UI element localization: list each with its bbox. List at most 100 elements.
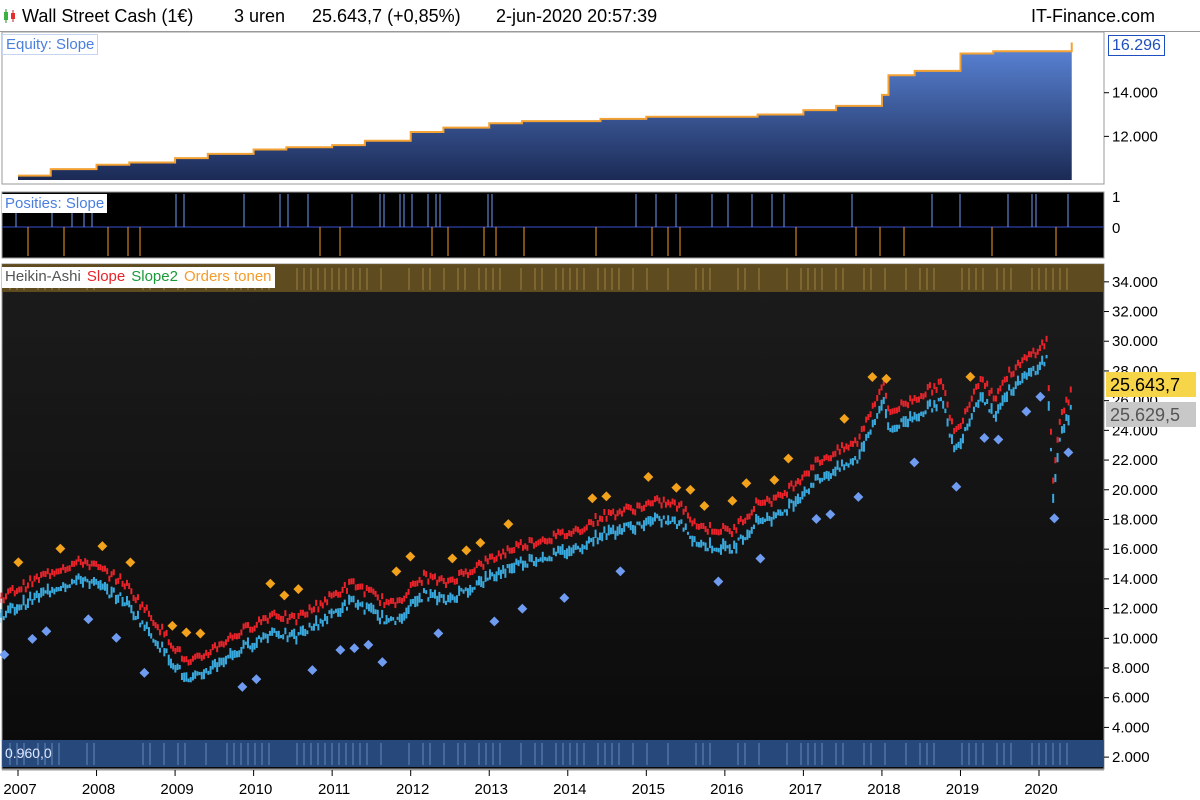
slope-marker [997, 388, 1000, 395]
heikin-ashi-candle [781, 511, 784, 516]
slope-marker [865, 416, 868, 423]
time-tick-label: 2007 [3, 781, 36, 798]
slope-marker [858, 433, 861, 440]
slope-marker [535, 541, 538, 548]
slope-marker [121, 580, 124, 587]
positions-panel-label[interactable]: Posities: Slope [2, 194, 108, 213]
slope-marker [99, 564, 102, 571]
slope-marker [165, 629, 168, 636]
heikin-ashi-candle [1030, 367, 1033, 377]
heikin-ashi-candle [383, 621, 386, 625]
heikin-ashi-candle [986, 398, 989, 404]
heikin-ashi-candle [904, 416, 907, 428]
heikin-ashi-candle [739, 534, 742, 539]
heikin-ashi-candle [629, 521, 632, 531]
heikin-ashi-candle [902, 416, 905, 427]
slope-marker [238, 632, 241, 639]
slope-marker [746, 513, 749, 520]
slope-marker [816, 456, 819, 463]
slope-marker [143, 607, 146, 614]
slope-marker [13, 590, 16, 597]
heikin-ashi-candle [944, 408, 947, 414]
slope-marker [130, 588, 133, 595]
timeframe-label[interactable]: 3 uren [234, 6, 285, 27]
heikin-ashi-candle [449, 592, 452, 603]
heikin-ashi-candle [486, 577, 489, 581]
heikin-ashi-candle [218, 657, 221, 667]
slope-marker [614, 514, 617, 521]
heikin-ashi-candle [955, 443, 958, 450]
heikin-ashi-candle [924, 410, 927, 415]
legend-heikin-ashi[interactable]: Heikin-Ashi [2, 267, 84, 286]
slope-marker [724, 525, 727, 532]
heikin-ashi-candle [251, 642, 254, 653]
slope-marker [1019, 362, 1022, 369]
heikin-ashi-candle [260, 637, 263, 643]
heikin-ashi-candle [37, 593, 40, 603]
slope-marker [81, 561, 84, 568]
legend-slope2[interactable]: Slope2 [128, 267, 181, 286]
chart-area[interactable]: 12.00014.000 10 34.00032.00030.00028.000… [0, 32, 1200, 800]
slope-marker [462, 570, 465, 577]
slope-marker [112, 569, 115, 576]
heikin-ashi-candle [1021, 372, 1024, 384]
heikin-ashi-candle [843, 464, 846, 471]
slope-marker [502, 548, 505, 555]
heikin-ashi-candle [1034, 370, 1037, 376]
slope-marker [671, 498, 674, 505]
slope-marker [920, 392, 923, 399]
slope-marker [581, 528, 584, 535]
slope-marker [231, 634, 234, 641]
slope-marker [304, 611, 307, 618]
slope-marker [843, 446, 846, 453]
slope-marker [856, 440, 859, 447]
heikin-ashi-candle [1045, 354, 1048, 359]
slope-marker [185, 656, 188, 663]
heikin-ashi-candle [341, 602, 344, 613]
heikin-ashi-candle [235, 650, 238, 658]
heikin-ashi-candle [295, 635, 298, 645]
slope-marker [405, 592, 408, 599]
slope-marker [88, 564, 91, 571]
heikin-ashi-candle [29, 591, 32, 601]
heikin-ashi-candle [42, 587, 45, 596]
slope-marker [348, 578, 351, 585]
slope-marker [1065, 396, 1068, 403]
equity-panel-label[interactable]: Equity: Slope [2, 34, 99, 55]
heikin-ashi-candle [882, 396, 885, 405]
heikin-ashi-candle [469, 584, 472, 596]
slope-marker [695, 523, 698, 530]
heikin-ashi-candle [106, 583, 109, 595]
heikin-ashi-candle [814, 474, 817, 481]
slope-marker [946, 401, 949, 408]
slope-marker [433, 573, 436, 580]
slope-marker [543, 537, 546, 544]
slope-marker [702, 522, 705, 529]
slope-marker [167, 639, 170, 646]
slope-marker [497, 550, 500, 557]
heikin-ashi-candle [854, 456, 857, 461]
slope-marker [1014, 364, 1017, 371]
slope-marker [513, 547, 516, 554]
slope-marker [948, 414, 951, 421]
heikin-ashi-candle [24, 604, 27, 610]
heikin-ashi-candle [530, 554, 533, 563]
slope-marker [308, 604, 311, 611]
heikin-ashi-candle [180, 672, 183, 681]
slope-marker [559, 529, 562, 536]
slope-marker [713, 528, 716, 535]
heikin-ashi-candle [909, 411, 912, 422]
legend-slope[interactable]: Slope [84, 267, 128, 286]
slope-marker [400, 597, 403, 604]
slope-marker [306, 611, 309, 618]
slope-marker [708, 521, 711, 528]
legend-orders[interactable]: Orders tonen [181, 267, 275, 286]
heikin-ashi-candle [576, 545, 579, 550]
heikin-ashi-candle [13, 606, 16, 616]
heikin-ashi-candle [2, 616, 5, 621]
heikin-ashi-candle [209, 666, 212, 675]
slope-marker [508, 547, 511, 554]
slope-marker [246, 621, 249, 628]
slope-marker [689, 516, 692, 523]
slope-marker [700, 522, 703, 529]
